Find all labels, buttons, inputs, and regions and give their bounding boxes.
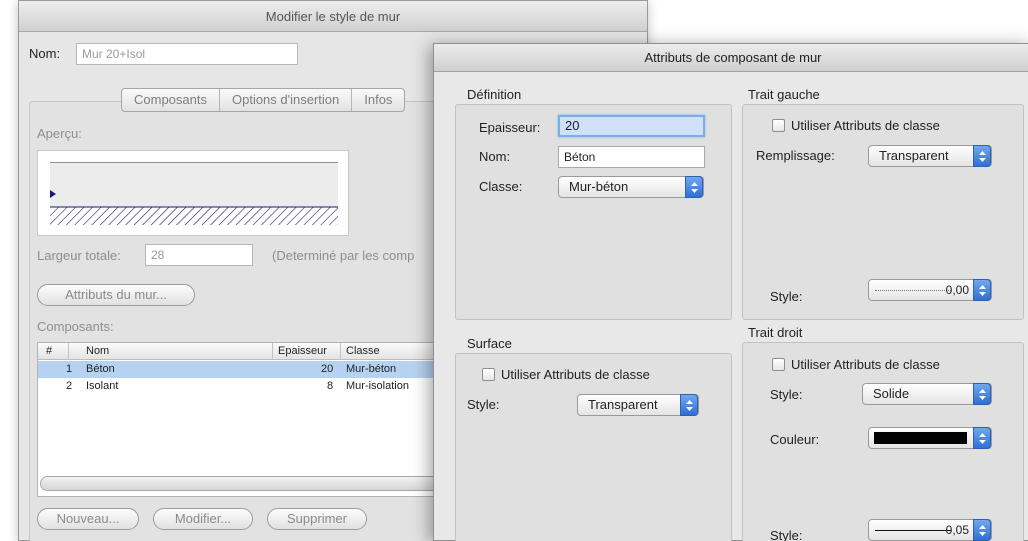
surface-style-label: Style: xyxy=(467,397,500,412)
class-popup[interactable]: Mur-béton xyxy=(558,176,704,198)
window-body: Définition Epaisseur: 20 Nom: Béton Clas… xyxy=(434,73,1028,541)
wall-attributes-button[interactable]: Attributs du mur... xyxy=(37,284,195,306)
line-sample xyxy=(875,290,951,291)
fill-popup-value: Transparent xyxy=(879,148,949,163)
checkbox-box xyxy=(482,368,495,381)
modify-button[interactable]: Modifier... xyxy=(153,508,253,530)
table-row[interactable]: 1 Béton 20 Mur-béton xyxy=(38,361,448,378)
popup-arrows-icon xyxy=(973,519,991,541)
left-line-style-label: Style: xyxy=(770,289,803,304)
row-class: Mur-isolation xyxy=(346,380,409,392)
table-row[interactable]: 2 Isolant 8 Mur-isolation xyxy=(38,378,448,395)
right-line-style-popup[interactable]: 0,05 xyxy=(868,519,992,541)
tab-info[interactable]: Infos xyxy=(352,89,404,111)
right-stroke-use-class-checkbox[interactable]: Utiliser Attributs de classe xyxy=(772,357,940,372)
thickness-label: Epaisseur: xyxy=(479,120,541,135)
left-stroke-title: Trait gauche xyxy=(748,87,820,102)
components-table: # Nom Epaisseur Classe 1 Béton 20 Mur-bé… xyxy=(37,342,449,497)
style-name-input[interactable]: Mur 20+Isol xyxy=(76,43,298,65)
col-header-name[interactable]: Nom xyxy=(86,345,109,357)
insulation-layer xyxy=(50,207,338,225)
popup-arrows-icon xyxy=(973,427,991,449)
tab-components[interactable]: Composants xyxy=(122,89,220,111)
wall-component-attributes-window: Attributs de composant de mur Définition… xyxy=(433,43,1028,541)
checkbox-label: Utiliser Attributs de classe xyxy=(791,357,940,372)
concrete-layer xyxy=(50,163,338,207)
right-stroke-title: Trait droit xyxy=(748,325,803,340)
color-label: Couleur: xyxy=(770,432,820,447)
class-label: Classe: xyxy=(479,179,523,194)
preview-label: Aperçu: xyxy=(37,126,82,141)
line-sample xyxy=(875,530,951,531)
definition-title: Définition xyxy=(467,87,522,102)
determined-note: (Determiné par les comp xyxy=(272,248,415,263)
table-header: # Nom Epaisseur Classe xyxy=(38,343,448,360)
checkbox-box xyxy=(772,358,785,371)
left-line-style-popup[interactable]: 0,00 xyxy=(868,279,992,301)
window-title: Modifier le style de mur xyxy=(19,1,647,32)
checkbox-label: Utiliser Attributs de classe xyxy=(791,118,940,133)
component-name-input[interactable]: Béton xyxy=(558,146,705,168)
delete-button[interactable]: Supprimer xyxy=(267,508,367,530)
class-popup-value: Mur-béton xyxy=(569,179,629,194)
surface-title: Surface xyxy=(467,336,512,351)
popup-arrows-icon xyxy=(973,383,991,405)
checkbox-box xyxy=(772,119,785,132)
horizontal-scrollbar[interactable] xyxy=(40,476,440,491)
right-line-weight: 0,05 xyxy=(945,523,969,537)
surface-style-popup[interactable]: Transparent xyxy=(577,394,699,416)
total-width-label: Largeur totale: xyxy=(37,248,121,263)
component-name-label: Nom: xyxy=(479,149,511,164)
surface-use-class-checkbox[interactable]: Utiliser Attributs de classe xyxy=(482,367,650,382)
right-line-style-label: Style: xyxy=(770,528,803,541)
row-num: 2 xyxy=(66,380,73,392)
components-label: Composants: xyxy=(37,319,114,334)
row-num: 1 xyxy=(66,363,73,375)
fill-popup[interactable]: Transparent xyxy=(868,145,992,167)
fill-label: Remplissage: xyxy=(756,148,835,163)
popup-arrows-icon xyxy=(680,394,698,416)
right-style-value: Solide xyxy=(873,386,910,401)
color-popup[interactable] xyxy=(868,427,992,449)
col-header-num[interactable]: # xyxy=(46,345,52,357)
col-header-class[interactable]: Classe xyxy=(346,345,380,357)
row-thickness: 8 xyxy=(327,380,334,392)
col-header-thickness[interactable]: Epaisseur xyxy=(278,345,327,357)
color-swatch xyxy=(874,432,967,444)
new-button[interactable]: Nouveau... xyxy=(37,508,139,530)
checkbox-label: Utiliser Attributs de classe xyxy=(501,367,650,382)
popup-arrows-icon xyxy=(973,279,991,301)
surface-style-value: Transparent xyxy=(588,397,658,412)
popup-arrows-icon xyxy=(973,145,991,167)
name-label: Nom: xyxy=(29,46,61,61)
right-style-popup[interactable]: Solide xyxy=(862,383,992,405)
left-line-weight: 0,00 xyxy=(945,283,969,297)
thickness-input[interactable]: 20 xyxy=(558,115,705,137)
row-class: Mur-béton xyxy=(346,363,397,375)
right-style-label: Style: xyxy=(770,387,803,402)
left-stroke-use-class-checkbox[interactable]: Utiliser Attributs de classe xyxy=(772,118,940,133)
popup-arrows-icon xyxy=(685,176,703,198)
row-name: Isolant xyxy=(86,380,119,392)
total-width-field: 28 xyxy=(145,244,253,266)
tab-insertion-options[interactable]: Options d'insertion xyxy=(220,89,353,111)
row-name: Béton xyxy=(86,363,115,375)
wall-preview-drawing xyxy=(50,162,338,225)
window-title: Attributs de composant de mur xyxy=(434,44,1028,72)
wall-preview xyxy=(37,150,349,236)
tab-bar: Composants Options d'insertion Infos xyxy=(121,88,406,112)
row-thickness: 20 xyxy=(321,363,334,375)
